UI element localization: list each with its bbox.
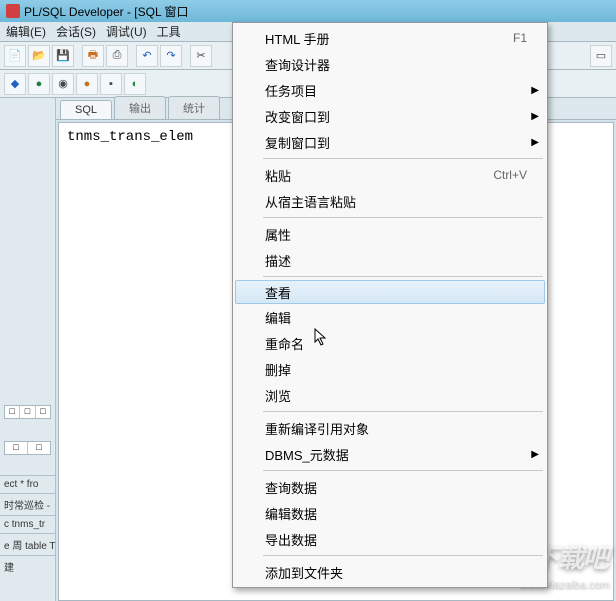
sidebar-snippet-5[interactable]: 建 xyxy=(0,555,55,577)
tool-button[interactable]: ▭ xyxy=(590,45,612,67)
menu-separator xyxy=(263,217,543,218)
menu-tools[interactable]: 工具 xyxy=(157,23,181,40)
submenu-arrow-icon: ▶ xyxy=(531,449,539,460)
sidebar-nav-1[interactable]: □□□ xyxy=(4,405,51,419)
menu-add-to-folder[interactable]: 添加到文件夹 xyxy=(235,559,545,585)
tab-output[interactable]: 输出 xyxy=(114,96,166,119)
cut-button[interactable]: ✂ xyxy=(190,45,212,67)
menu-session[interactable]: 会话(S) xyxy=(56,23,96,40)
menu-task-items[interactable]: 任务项目▶ xyxy=(235,77,545,103)
db-button-6[interactable]: ◐ xyxy=(124,73,146,95)
tab-sql[interactable]: SQL xyxy=(60,100,112,119)
window-title: PL/SQL Developer - [SQL 窗口 xyxy=(24,3,189,20)
redo-button[interactable]: ↷ xyxy=(160,45,182,67)
sidebar-snippet-3[interactable]: c tnms_tr xyxy=(0,515,55,533)
context-menu: HTML 手册F1 查询设计器 任务项目▶ 改变窗口到▶ 复制窗口到▶ 粘贴Ct… xyxy=(232,22,548,588)
submenu-arrow-icon: ▶ xyxy=(531,111,539,122)
menu-paste[interactable]: 粘贴Ctrl+V xyxy=(235,162,545,188)
menu-separator xyxy=(263,276,543,277)
menu-paste-from-host[interactable]: 从宿主语言粘贴 xyxy=(235,188,545,214)
sidebar-snippet-1[interactable]: ect * fro xyxy=(0,475,55,493)
menu-html-manual[interactable]: HTML 手册F1 xyxy=(235,25,545,51)
menu-properties[interactable]: 属性 xyxy=(235,221,545,247)
menu-separator xyxy=(263,470,543,471)
menu-recompile-refs[interactable]: 重新编译引用对象 xyxy=(235,415,545,441)
menu-edit[interactable]: 编辑(E) xyxy=(6,23,46,40)
menu-separator xyxy=(263,555,543,556)
sidebar: □□□ □□ ect * fro 时常巡检 - c tnms_tr e 周 ta… xyxy=(0,98,56,601)
menu-edit-data[interactable]: 编辑数据 xyxy=(235,500,545,526)
db-button-2[interactable]: ● xyxy=(28,73,50,95)
db-button-5[interactable]: ▪ xyxy=(100,73,122,95)
menu-rename[interactable]: 重命名 xyxy=(235,330,545,356)
print-button[interactable]: 🖶 xyxy=(82,45,104,67)
open-button[interactable]: 📂 xyxy=(28,45,50,67)
menu-separator xyxy=(263,158,543,159)
sidebar-snippet-2[interactable]: 时常巡检 - xyxy=(0,493,55,515)
submenu-arrow-icon: ▶ xyxy=(531,137,539,148)
menu-dbms-metadata[interactable]: DBMS_元数据▶ xyxy=(235,441,545,467)
menu-query-data[interactable]: 查询数据 xyxy=(235,474,545,500)
tab-stats[interactable]: 统计 xyxy=(168,96,220,119)
app-icon xyxy=(6,4,20,18)
menu-separator xyxy=(263,411,543,412)
db-button-3[interactable]: ◉ xyxy=(52,73,74,95)
window-titlebar: PL/SQL Developer - [SQL 窗口 xyxy=(0,0,616,22)
menu-query-designer[interactable]: 查询设计器 xyxy=(235,51,545,77)
new-button[interactable]: 📄 xyxy=(4,45,26,67)
submenu-arrow-icon: ▶ xyxy=(531,85,539,96)
undo-button[interactable]: ↶ xyxy=(136,45,158,67)
print-preview-button[interactable]: ⎙ xyxy=(106,45,128,67)
menu-edit-item[interactable]: 编辑 xyxy=(235,304,545,330)
save-button[interactable]: 💾 xyxy=(52,45,74,67)
menu-copy-window-to[interactable]: 复制窗口到▶ xyxy=(235,129,545,155)
menu-change-window-to[interactable]: 改变窗口到▶ xyxy=(235,103,545,129)
menu-debug[interactable]: 调试(U) xyxy=(106,23,147,40)
menu-view[interactable]: 查看 xyxy=(235,280,545,304)
menu-export-data[interactable]: 导出数据 xyxy=(235,526,545,552)
db-button-4[interactable]: ● xyxy=(76,73,98,95)
menu-describe[interactable]: 描述 xyxy=(235,247,545,273)
sidebar-snippet-4[interactable]: e 周 table T xyxy=(0,533,55,555)
menu-browse[interactable]: 浏览 xyxy=(235,382,545,408)
menu-delete[interactable]: 删掉 xyxy=(235,356,545,382)
editor-content: tnms_trans_elem xyxy=(67,129,193,145)
sidebar-nav-2[interactable]: □□ xyxy=(4,441,51,455)
db-button-1[interactable]: ◆ xyxy=(4,73,26,95)
